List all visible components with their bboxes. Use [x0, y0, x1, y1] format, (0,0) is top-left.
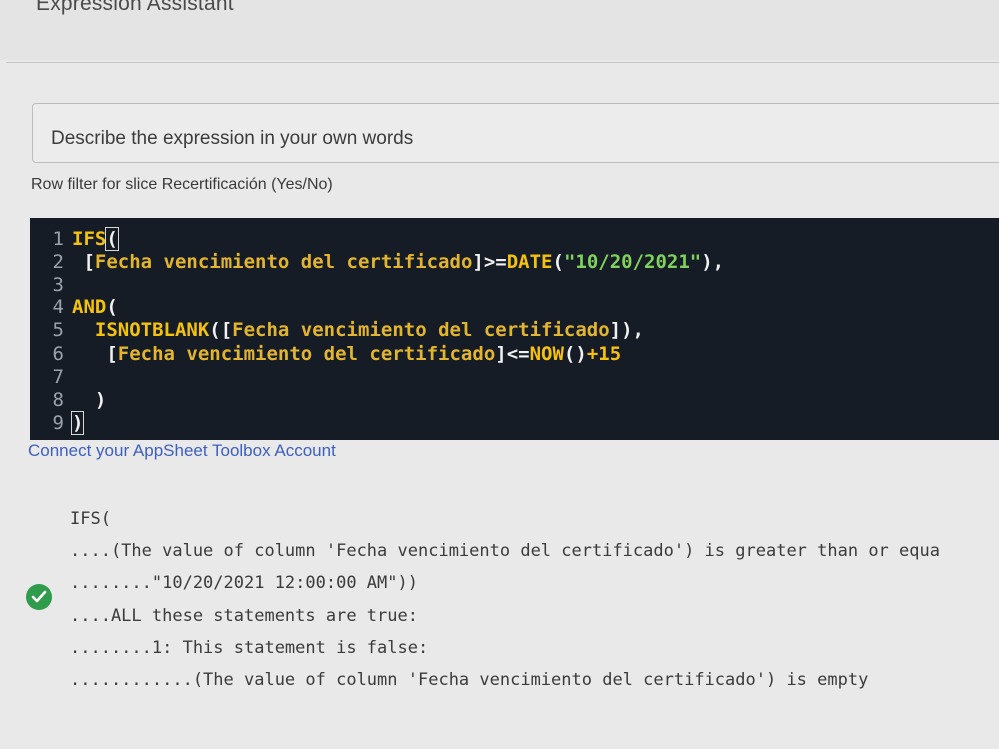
code-token: Fecha vencimiento del certificado	[117, 343, 496, 365]
code-token: ()	[563, 343, 587, 365]
result-line: ............(The value of column 'Fecha …	[70, 670, 869, 690]
code-line: 7	[30, 365, 72, 389]
code-token: (	[552, 251, 564, 273]
line-number: 4	[52, 296, 64, 318]
connect-toolbox-link[interactable]: Connect your AppSheet Toolbox Account	[28, 441, 336, 461]
result-line: ....ALL these statements are true:	[70, 606, 418, 626]
code-token: NOW	[529, 343, 564, 365]
line-number: 3	[52, 274, 64, 296]
line-number: 7	[52, 366, 64, 388]
code-token: (	[105, 227, 119, 251]
code-token: DATE	[506, 251, 553, 273]
code-token: AND	[72, 296, 107, 318]
code-token: ]),	[609, 319, 644, 341]
code-token: IFS	[72, 228, 107, 250]
expression-code-editor[interactable]: 1 IFS(2 [Fecha vencimiento del certificad…	[30, 218, 999, 440]
code-token: )	[70, 411, 85, 435]
line-number: 5	[52, 319, 64, 341]
code-line: 8 )	[30, 388, 107, 412]
code-token: (	[106, 296, 118, 318]
code-token: +15	[586, 343, 622, 365]
code-token: ]>=	[472, 251, 507, 273]
code-token: [	[72, 251, 95, 273]
code-line: 9)	[30, 411, 85, 435]
code-token: )	[72, 389, 107, 411]
result-line: ........1: This statement is false:	[70, 638, 429, 658]
code-token: ([	[209, 319, 233, 341]
code-token: ISNOTBLANK	[72, 319, 210, 341]
code-line: 5 ISNOTBLANK([Fecha vencimiento del cert…	[30, 318, 644, 342]
code-token: Fecha vencimiento del certificado	[232, 319, 610, 341]
check-circle-icon	[26, 584, 52, 610]
code-line: 6 [Fecha vencimiento del certificado]<=N…	[30, 342, 622, 366]
code-token: ),	[701, 251, 725, 273]
describe-placeholder: Describe the expression in your own word…	[51, 128, 414, 149]
describe-expression-input[interactable]: Describe the expression in your own word…	[32, 103, 999, 163]
line-number: 8	[52, 389, 64, 411]
code-token: ]<=	[495, 343, 530, 365]
page-title: Expression Assistant	[36, 0, 234, 15]
code-line: 2 [Fecha vencimiento del certificado]>=D…	[30, 250, 725, 274]
line-number: 1	[52, 228, 64, 250]
code-line: 4 AND(	[30, 295, 118, 319]
code-line: 1 IFS(	[30, 227, 119, 251]
line-number: 6	[52, 343, 64, 365]
code-line: 3	[30, 273, 72, 297]
header-divider	[6, 62, 999, 63]
row-filter-label: Row filter for slice Recertificación (Ye…	[31, 176, 333, 193]
code-token: Fecha vencimiento del certificado	[94, 251, 473, 273]
code-token: [	[72, 343, 118, 365]
result-line: ........"10/20/2021 12:00:00 AM"))	[70, 573, 418, 593]
result-line: ....(The value of column 'Fecha vencimie…	[70, 541, 940, 561]
result-line: IFS(	[70, 509, 111, 529]
code-token: "10/20/2021"	[563, 251, 702, 273]
line-number: 9	[52, 412, 64, 434]
line-number: 2	[52, 251, 64, 273]
